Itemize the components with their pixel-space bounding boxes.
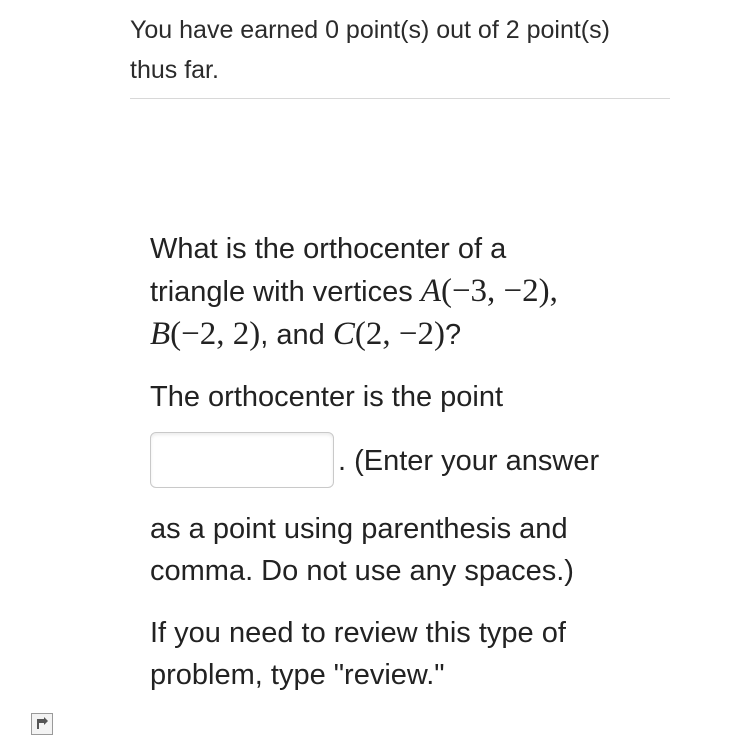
answer-instructions: as a point using parenthesis and comma. … bbox=[150, 508, 640, 592]
question-line-2: triangle with vertices A(−3, −2), bbox=[150, 270, 640, 313]
answer-prompt: The orthocenter is the point bbox=[150, 381, 504, 413]
vertex-a: A(−3, −2), bbox=[421, 273, 558, 309]
vertex-c: C(2, −2) bbox=[333, 316, 445, 352]
score-summary: You have earned 0 point(s) out of 2 poin… bbox=[130, 10, 670, 99]
answer-block: The orthocenter is the point . (Enter yo… bbox=[150, 376, 640, 592]
vertex-b-coords: (−2, 2) bbox=[170, 316, 261, 352]
question-line-3: B(−2, 2), and C(2, −2)? bbox=[150, 313, 640, 356]
and-text: , and bbox=[260, 319, 333, 351]
review-block: If you need to review this type of probl… bbox=[150, 612, 640, 696]
question-text: triangle with vertices bbox=[150, 276, 421, 308]
answer-after-input: . (Enter your answer bbox=[338, 445, 600, 477]
expand-arrow-icon[interactable] bbox=[31, 713, 53, 735]
score-line-2: thus far. bbox=[130, 56, 219, 84]
instructions-line-2: comma. Do not use any spaces.) bbox=[150, 555, 574, 587]
answer-row: . (Enter your answer bbox=[150, 424, 640, 488]
review-line-2: problem, type "review." bbox=[150, 659, 445, 691]
question-line-1: What is the orthocenter of a bbox=[150, 233, 507, 265]
vertex-c-coords: (2, −2) bbox=[354, 316, 445, 352]
question-mark: ? bbox=[444, 319, 462, 351]
question-block: What is the orthocenter of a triangle wi… bbox=[150, 228, 640, 696]
answer-input[interactable] bbox=[150, 432, 334, 488]
vertex-b: B(−2, 2) bbox=[150, 316, 260, 352]
vertex-c-label: C bbox=[332, 316, 355, 352]
instructions-line-1: as a point using parenthesis and bbox=[150, 513, 568, 545]
score-line-1: You have earned 0 point(s) out of 2 poin… bbox=[130, 16, 610, 44]
vertex-a-coords: (−3, −2), bbox=[440, 273, 558, 309]
review-line-1: If you need to review this type of bbox=[150, 617, 566, 649]
page: You have earned 0 point(s) out of 2 poin… bbox=[0, 0, 750, 750]
vertex-b-label: B bbox=[150, 316, 171, 352]
vertex-a-label: A bbox=[420, 273, 441, 309]
